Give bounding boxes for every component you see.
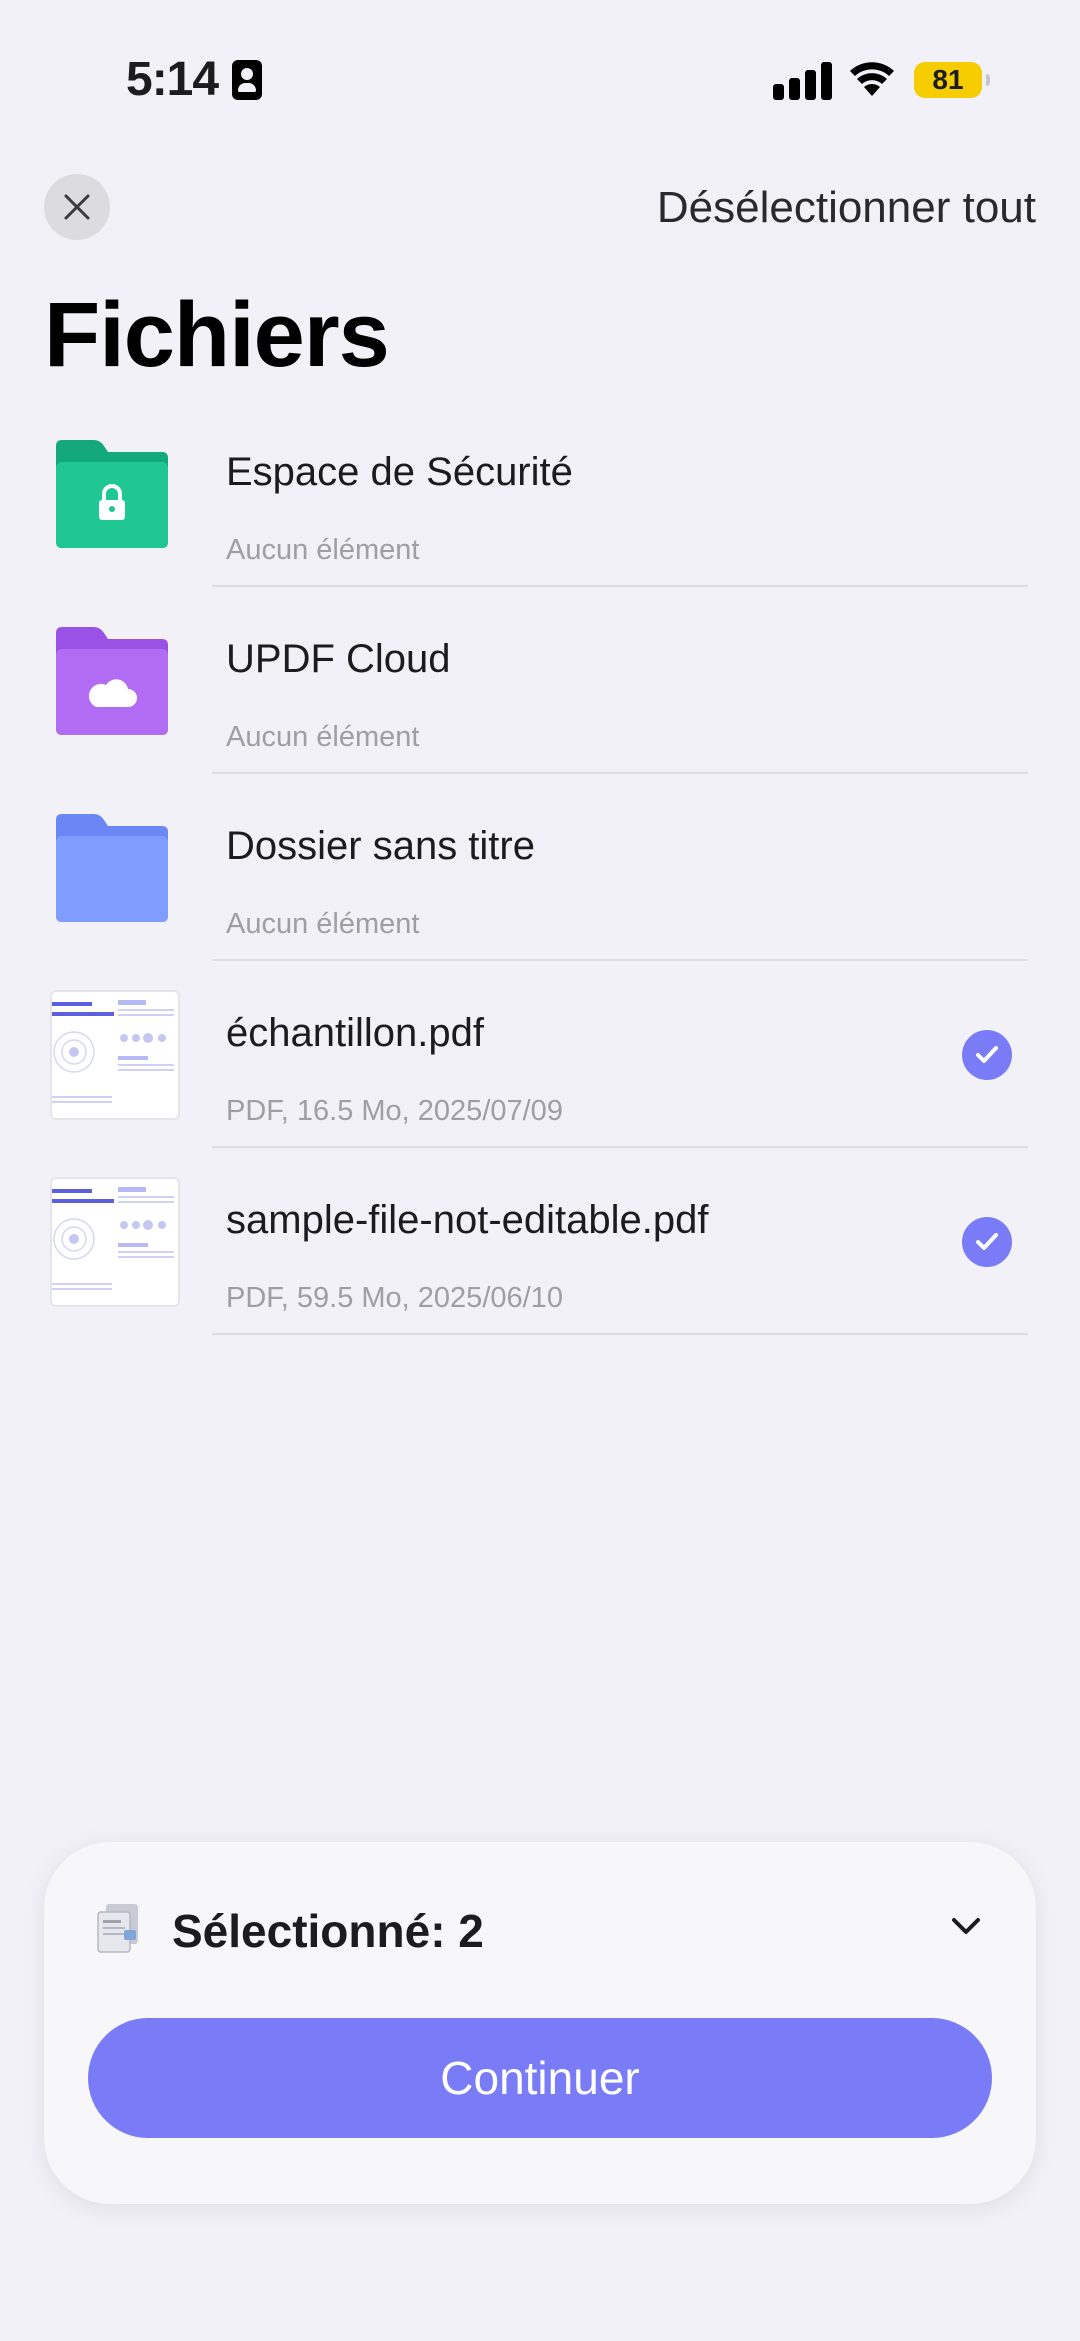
list-item[interactable]: Espace de Sécurité Aucun élément [0,400,1080,587]
list-item[interactable]: échantillon.pdf PDF, 16.5 Mo, 2025/07/09 [0,961,1080,1148]
battery-icon: 81 [914,62,990,98]
pdf-thumbnail [50,989,180,1120]
chevron-down-icon[interactable] [948,1912,984,1940]
contact-card-icon [232,60,262,100]
item-meta: PDF, 16.5 Mo, 2025/07/09 [226,1095,563,1127]
cloud-folder-icon [56,626,168,735]
selected-count: Sélectionné: 2 [172,1905,484,1957]
list-item[interactable]: Dossier sans titre Aucun élément [0,774,1080,961]
item-name: échantillon.pdf [226,1011,484,1055]
item-name: Dossier sans titre [226,824,535,868]
checkmark-icon [976,1045,998,1063]
item-name: UPDF Cloud [226,637,451,681]
selection-panel: Sélectionné: 2 Continuer [44,1842,1036,2204]
item-meta: Aucun élément [226,908,420,940]
item-meta: Aucun élément [226,534,420,566]
pdf-thumbnail [50,1176,180,1307]
battery-level: 81 [932,64,964,95]
deselect-all-button[interactable]: Désélectionner tout [657,183,1036,233]
item-meta: PDF, 59.5 Mo, 2025/06/10 [226,1282,563,1314]
close-button[interactable] [44,174,110,240]
page-title: Fichiers [44,284,390,386]
divider [212,1333,1028,1335]
file-list: Espace de Sécurité Aucun élément UPDF Cl… [0,400,1080,1335]
item-name: sample-file-not-editable.pdf [226,1198,709,1242]
pdf-page-preview-icon [52,999,174,1103]
close-icon [64,194,90,220]
list-item[interactable]: UPDF Cloud Aucun élément [0,587,1080,774]
wifi-icon [850,62,894,96]
checkmark-circle-icon[interactable] [962,1029,1012,1080]
item-name: Espace de Sécurité [226,450,573,494]
list-item[interactable]: sample-file-not-editable.pdf PDF, 59.5 M… [0,1148,1080,1335]
status-bar: 5:14 81 [0,0,1080,150]
pdf-page-preview-icon [52,1186,174,1290]
folder-icon [56,813,168,922]
cellular-signal-icon [773,60,833,100]
continue-button[interactable]: Continuer [88,2018,992,2138]
status-time: 5:14 [126,53,219,106]
checkmark-icon [976,1232,998,1250]
item-meta: Aucun élément [226,721,420,753]
checkmark-circle-icon[interactable] [962,1216,1012,1267]
lock-folder-icon [56,439,168,548]
stacked-files-icon [97,1904,138,1953]
